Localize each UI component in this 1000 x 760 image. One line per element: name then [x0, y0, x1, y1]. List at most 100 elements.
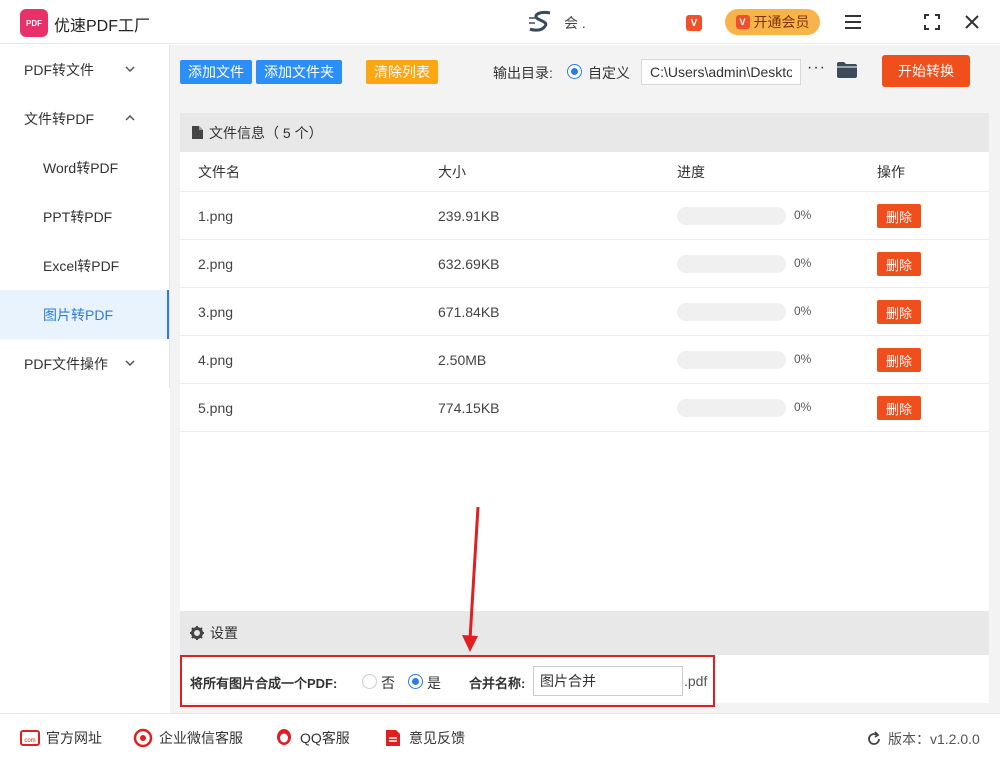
- delete-button[interactable]: 删除: [877, 348, 921, 372]
- wechat-service-icon: [133, 728, 153, 748]
- sidebar: PDF转文件 文件转PDF Word转PDF PPT转PDF Excel转PDF…: [0, 45, 170, 388]
- footer-wechat-link[interactable]: 企业微信客服: [133, 728, 243, 748]
- vip-button[interactable]: V 开通会员: [725, 9, 820, 35]
- progress-bar: [677, 351, 786, 369]
- merge-no-radio[interactable]: [362, 674, 377, 689]
- progress-percent: 0%: [794, 304, 812, 318]
- merge-yes-radio[interactable]: [408, 674, 423, 689]
- file-size: 239.91KB: [438, 207, 500, 224]
- column-header-action: 操作: [877, 163, 905, 180]
- sidebar-item-label: PPT转PDF: [43, 208, 113, 225]
- clear-list-button[interactable]: 清除列表: [366, 60, 438, 84]
- sidebar-item-image-to-pdf[interactable]: 图片转PDF: [0, 290, 169, 339]
- chevron-up-icon: [125, 113, 135, 124]
- sidebar-item-label: Word转PDF: [43, 159, 119, 176]
- chevron-down-icon: [125, 358, 135, 369]
- file-name: 1.png: [198, 207, 234, 224]
- vip-badge-icon[interactable]: V: [686, 15, 702, 31]
- refresh-icon: [868, 731, 880, 745]
- merge-name-input[interactable]: [533, 666, 683, 696]
- footer-website-link[interactable]: com 官方网址: [20, 728, 102, 748]
- file-list-panel: 文件信息（ 5 个） 文件名 大小 进度 操作 1.png 239.91KB 0…: [180, 113, 989, 656]
- sidebar-item-excel-to-pdf[interactable]: Excel转PDF: [0, 241, 169, 290]
- footer-feedback-link[interactable]: 意见反馈: [383, 728, 465, 748]
- settings-body: 将所有图片合成一个PDF: 否 是 合并名称: .pdf: [180, 655, 989, 707]
- footer-website-label: 官方网址: [46, 730, 102, 746]
- footer-qq-label: QQ客服: [300, 730, 350, 746]
- user-name[interactable]: 会 .: [564, 13, 586, 33]
- footer: com 官方网址 企业微信客服 QQ客服 意见反馈 版本：v1.2.0.0: [0, 713, 1000, 760]
- file-name: 2.png: [198, 255, 234, 272]
- add-folder-button[interactable]: 添加文件夹: [256, 60, 342, 84]
- table-row: 1.png 239.91KB 0% 删除: [180, 192, 989, 240]
- file-size: 671.84KB: [438, 303, 500, 320]
- column-header-size: 大小: [438, 163, 466, 180]
- progress-percent: 0%: [794, 352, 812, 366]
- delete-button[interactable]: 删除: [877, 204, 921, 228]
- add-file-button[interactable]: 添加文件: [180, 60, 252, 84]
- file-name: 3.png: [198, 303, 234, 320]
- table-row: 4.png 2.50MB 0% 删除: [180, 336, 989, 384]
- file-size: 632.69KB: [438, 255, 500, 272]
- close-icon[interactable]: [961, 11, 983, 33]
- file-name: 5.png: [198, 399, 234, 416]
- app-logo-text: PDF: [26, 18, 42, 28]
- file-name: 4.png: [198, 351, 234, 368]
- annotation-arrow: [462, 506, 480, 652]
- delete-button[interactable]: 删除: [877, 396, 921, 420]
- start-convert-button[interactable]: 开始转换: [882, 55, 970, 87]
- sidebar-item-file-to-pdf[interactable]: 文件转PDF: [0, 94, 169, 143]
- more-options-button[interactable]: ···: [807, 59, 826, 77]
- app-logo: PDF: [20, 9, 48, 37]
- main-area: 添加文件 添加文件夹 清除列表 输出目录: 自定义 ··· 开始转换 文件信息（…: [170, 45, 1000, 713]
- merge-no-label: 否: [381, 675, 395, 691]
- sidebar-item-pdf-operations[interactable]: PDF文件操作: [0, 339, 169, 388]
- app-title: 优速PDF工厂: [54, 18, 151, 35]
- feedback-icon: [383, 729, 403, 747]
- merge-option-label: 将所有图片合成一个PDF:: [190, 676, 338, 691]
- sidebar-item-label: PDF转文件: [24, 61, 94, 78]
- output-custom-radio[interactable]: [567, 64, 582, 79]
- table-row: 2.png 632.69KB 0% 删除: [180, 240, 989, 288]
- vip-button-label: 开通会员: [753, 14, 810, 30]
- version-info: 版本：v1.2.0.0: [866, 729, 980, 749]
- table-header: 文件名 大小 进度 操作: [180, 152, 989, 192]
- vip-icon: V: [735, 15, 750, 29]
- progress-percent: 0%: [794, 208, 812, 222]
- sidebar-item-word-to-pdf[interactable]: Word转PDF: [0, 143, 169, 192]
- output-custom-label: 自定义: [588, 65, 630, 81]
- progress-percent: 0%: [794, 256, 812, 270]
- sidebar-empty-area: [0, 388, 170, 713]
- menu-icon[interactable]: [842, 11, 864, 33]
- delete-button[interactable]: 删除: [877, 300, 921, 324]
- merge-name-label: 合并名称:: [469, 676, 526, 691]
- progress-bar: [677, 255, 786, 273]
- sidebar-item-pdf-to-file[interactable]: PDF转文件: [0, 45, 169, 94]
- progress-bar: [677, 207, 786, 225]
- document-icon: [192, 126, 203, 139]
- sidebar-item-label: PDF文件操作: [24, 355, 108, 372]
- column-header-progress: 进度: [677, 163, 705, 180]
- output-path-input[interactable]: [641, 59, 801, 85]
- website-icon: com: [20, 729, 40, 747]
- maximize-icon[interactable]: [921, 11, 943, 33]
- user-logo-icon: [529, 11, 551, 32]
- settings-header: 设置: [180, 611, 989, 655]
- chevron-down-icon: [125, 64, 135, 75]
- title-bar: PDF 优速PDF工厂 会 . V V 开通会员: [0, 0, 1000, 44]
- qq-icon: [274, 729, 294, 747]
- output-dir-label: 输出目录:: [493, 65, 553, 81]
- file-size: 774.15KB: [438, 399, 500, 416]
- footer-feedback-label: 意见反馈: [409, 730, 465, 746]
- table-row: 5.png 774.15KB 0% 删除: [180, 384, 989, 432]
- sidebar-item-label: 文件转PDF: [24, 110, 94, 127]
- svg-text:com: com: [24, 738, 35, 744]
- sidebar-item-ppt-to-pdf[interactable]: PPT转PDF: [0, 192, 169, 241]
- footer-qq-link[interactable]: QQ客服: [274, 728, 350, 748]
- delete-button[interactable]: 删除: [877, 252, 921, 276]
- pdf-suffix: .pdf: [684, 673, 708, 689]
- folder-icon[interactable]: [837, 62, 857, 78]
- sidebar-item-label: Excel转PDF: [43, 257, 120, 274]
- file-size: 2.50MB: [438, 351, 487, 368]
- footer-wechat-label: 企业微信客服: [159, 730, 243, 746]
